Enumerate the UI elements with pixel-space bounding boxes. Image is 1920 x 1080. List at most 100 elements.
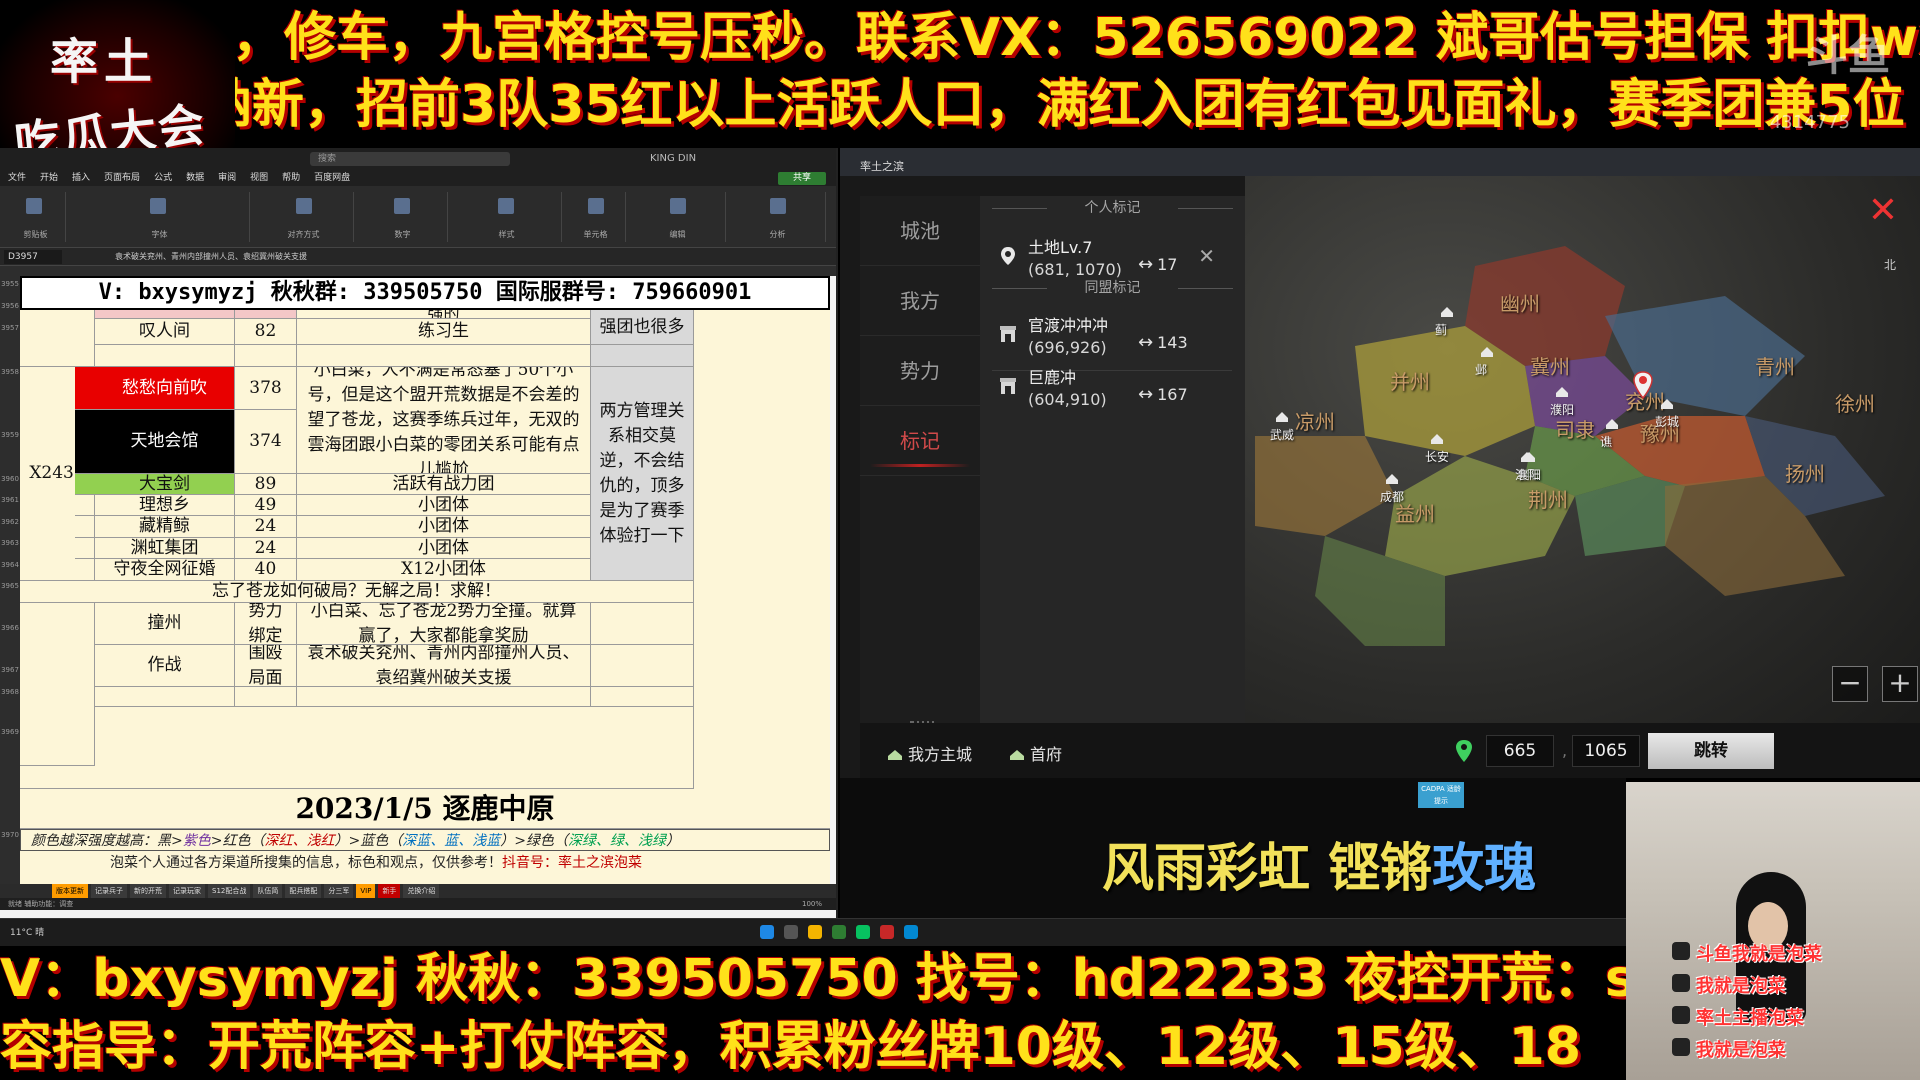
menu-review[interactable]: 审阅: [218, 170, 236, 186]
cell[interactable]: [591, 645, 694, 687]
cell-alliance-name[interactable]: 渊虹集团: [75, 538, 235, 559]
ribbon-group-alignment[interactable]: 对齐方式: [254, 192, 354, 242]
browser-icon[interactable]: [904, 925, 918, 939]
zoom-level[interactable]: 100%: [802, 898, 822, 910]
menu-page-layout[interactable]: 页面布局: [104, 170, 140, 186]
row-number[interactable]: 3955: [0, 280, 20, 288]
row-number[interactable]: 3968: [0, 688, 20, 696]
cell-alliance-name[interactable]: 藏精鲸: [75, 516, 235, 538]
tab-forces[interactable]: 势力: [860, 336, 980, 406]
menu-formulas[interactable]: 公式: [154, 170, 172, 186]
delete-marker-icon[interactable]: ✕: [1198, 244, 1215, 268]
cell-alliance-name[interactable]: 愁愁向前吹: [75, 367, 235, 410]
ribbon-group-analysis[interactable]: 分析: [730, 192, 826, 242]
cell-alliance-name[interactable]: 天地会馆: [75, 410, 235, 474]
row-number[interactable]: 3957: [0, 324, 20, 332]
cell-plan-desc[interactable]: 小白菜、忘了苍龙2势力全撞。就算赢了，大家都能拿奖励: [297, 603, 591, 645]
city-label[interactable]: 邺: [1475, 361, 1487, 378]
zoom-out-button[interactable]: −: [1832, 666, 1868, 702]
row-number[interactable]: 3960: [0, 475, 20, 483]
folder-icon[interactable]: [808, 925, 822, 939]
search-icon[interactable]: [784, 925, 798, 939]
sheet-tab[interactable]: 记录玩家: [169, 884, 205, 898]
start-icon[interactable]: [760, 925, 774, 939]
weather-widget[interactable]: 11°C 晴: [10, 925, 44, 938]
game-window-title[interactable]: 率土之滨: [860, 158, 904, 174]
sheet-tab[interactable]: 兑换介绍: [403, 884, 440, 898]
row-number[interactable]: 3969: [0, 728, 20, 736]
cell[interactable]: [20, 707, 694, 789]
sheet-tab[interactable]: 新的开荒: [130, 884, 166, 898]
x-coordinate-input[interactable]: 665: [1486, 735, 1554, 767]
menu-view[interactable]: 视图: [250, 170, 268, 186]
cell-color-legend[interactable]: 颜色越深强度越高：黑>紫色>红色（深红、浅红）>蓝色（深蓝、蓝、浅蓝）>绿色（深…: [20, 829, 830, 851]
cell[interactable]: [235, 687, 297, 707]
menu-baidu-pan[interactable]: 百度网盘: [314, 170, 350, 186]
cell-count[interactable]: 49: [235, 495, 297, 516]
cell-date-title[interactable]: 2023/1/5 逐鹿中原: [20, 789, 830, 829]
menu-insert[interactable]: 插入: [72, 170, 90, 186]
row-number[interactable]: 3965: [0, 582, 20, 590]
row-number[interactable]: 3970: [0, 831, 20, 839]
wechat-icon[interactable]: [856, 925, 870, 939]
my-main-city-link[interactable]: 我方主城: [888, 741, 972, 765]
cell[interactable]: [95, 687, 235, 707]
menu-help[interactable]: 帮助: [282, 170, 300, 186]
cell-plan-type[interactable]: 势力绑定: [235, 603, 297, 645]
city-label[interactable]: 彭城: [1655, 413, 1679, 430]
row-number[interactable]: 3959: [0, 431, 20, 439]
menu-file[interactable]: 文件: [8, 170, 26, 186]
sheet-tab[interactable]: 队伍简: [253, 884, 283, 898]
cell-count[interactable]: 40: [235, 559, 297, 581]
ribbon-group-font[interactable]: 字体: [70, 192, 250, 242]
sheet-tab[interactable]: 新手: [378, 884, 401, 898]
row-number[interactable]: 3963: [0, 539, 20, 547]
cell[interactable]: 82: [235, 319, 297, 345]
row-number[interactable]: 3964: [0, 561, 20, 569]
row-number[interactable]: 3962: [0, 518, 20, 526]
cell-count[interactable]: 24: [235, 538, 297, 559]
marker-item[interactable]: 巨鹿冲 (604,910) 167: [980, 354, 1245, 418]
city-label[interactable]: 武威: [1270, 426, 1294, 443]
row-number[interactable]: 3961: [0, 496, 20, 504]
city-label[interactable]: 成都: [1380, 488, 1404, 505]
row-number[interactable]: 3956: [0, 302, 20, 310]
capital-link[interactable]: 首府: [1010, 741, 1062, 765]
cell-count[interactable]: 378: [235, 367, 297, 410]
excel-search-input[interactable]: 搜索: [310, 152, 510, 166]
row-number[interactable]: 3958: [0, 368, 20, 376]
cell-desc[interactable]: 小团体: [297, 516, 591, 538]
menu-home[interactable]: 开始: [40, 170, 58, 186]
cell[interactable]: [235, 345, 297, 367]
share-button[interactable]: 共享: [778, 172, 826, 185]
ribbon-group-cells[interactable]: 单元格: [566, 192, 626, 242]
cell-alliance-name[interactable]: 守夜全网征婚: [75, 559, 235, 581]
sheet-tab[interactable]: 记录兵子: [91, 884, 127, 898]
city-label[interactable]: 谯: [1600, 433, 1612, 450]
ribbon-group-styles[interactable]: 样式: [452, 192, 562, 242]
spreadsheet-grid[interactable]: V: bxysymyzj 秋秋群: 339505750 国际服群号: 75966…: [20, 276, 830, 884]
cell[interactable]: [297, 687, 591, 707]
cell-merged-desc[interactable]: 小白菜，人不满是常态塞了50个小号，但是这个盟开荒数据是不会差的望了苍龙，这赛季…: [297, 367, 591, 474]
sheet-tab[interactable]: VIP: [356, 884, 376, 898]
sheet-contact-header[interactable]: V: bxysymyzj 秋秋群: 339505750 国际服群号: 75966…: [20, 276, 830, 310]
jump-button[interactable]: 跳转: [1648, 733, 1774, 769]
name-box[interactable]: D3957: [4, 250, 62, 264]
tab-markers[interactable]: 标记: [860, 406, 980, 476]
city-label[interactable]: 蓟: [1435, 321, 1447, 338]
cell[interactable]: [297, 345, 591, 367]
cell-plan-label[interactable]: 撞州: [95, 603, 235, 645]
formula-input[interactable]: 袁术破关兖州、青州内部撞州人员、袁绍冀州破关支援: [115, 250, 830, 264]
cell[interactable]: 强的: [297, 310, 591, 319]
excel-icon[interactable]: [832, 925, 846, 939]
cell-question[interactable]: 忘了苍龙如何破局？无解之局！求解！: [20, 581, 694, 603]
cell[interactable]: [591, 345, 694, 367]
cell[interactable]: [20, 310, 95, 367]
cell-group-remark[interactable]: 两方管理关系相交莫逆，不会结仇的，顶多是为了赛季体验打一下: [591, 367, 694, 581]
cell[interactable]: [95, 345, 235, 367]
cell[interactable]: [591, 687, 694, 707]
world-map[interactable]: 幽州 冀州 青州 并州 凉州 兖州 徐州 司隶 豫州 扬州 荆州 益州 蓟 邺 …: [1245, 176, 1920, 751]
cell[interactable]: 叹人间: [95, 319, 235, 345]
cell[interactable]: [591, 603, 694, 645]
ribbon-group-clipboard[interactable]: 剪贴板: [6, 192, 66, 242]
